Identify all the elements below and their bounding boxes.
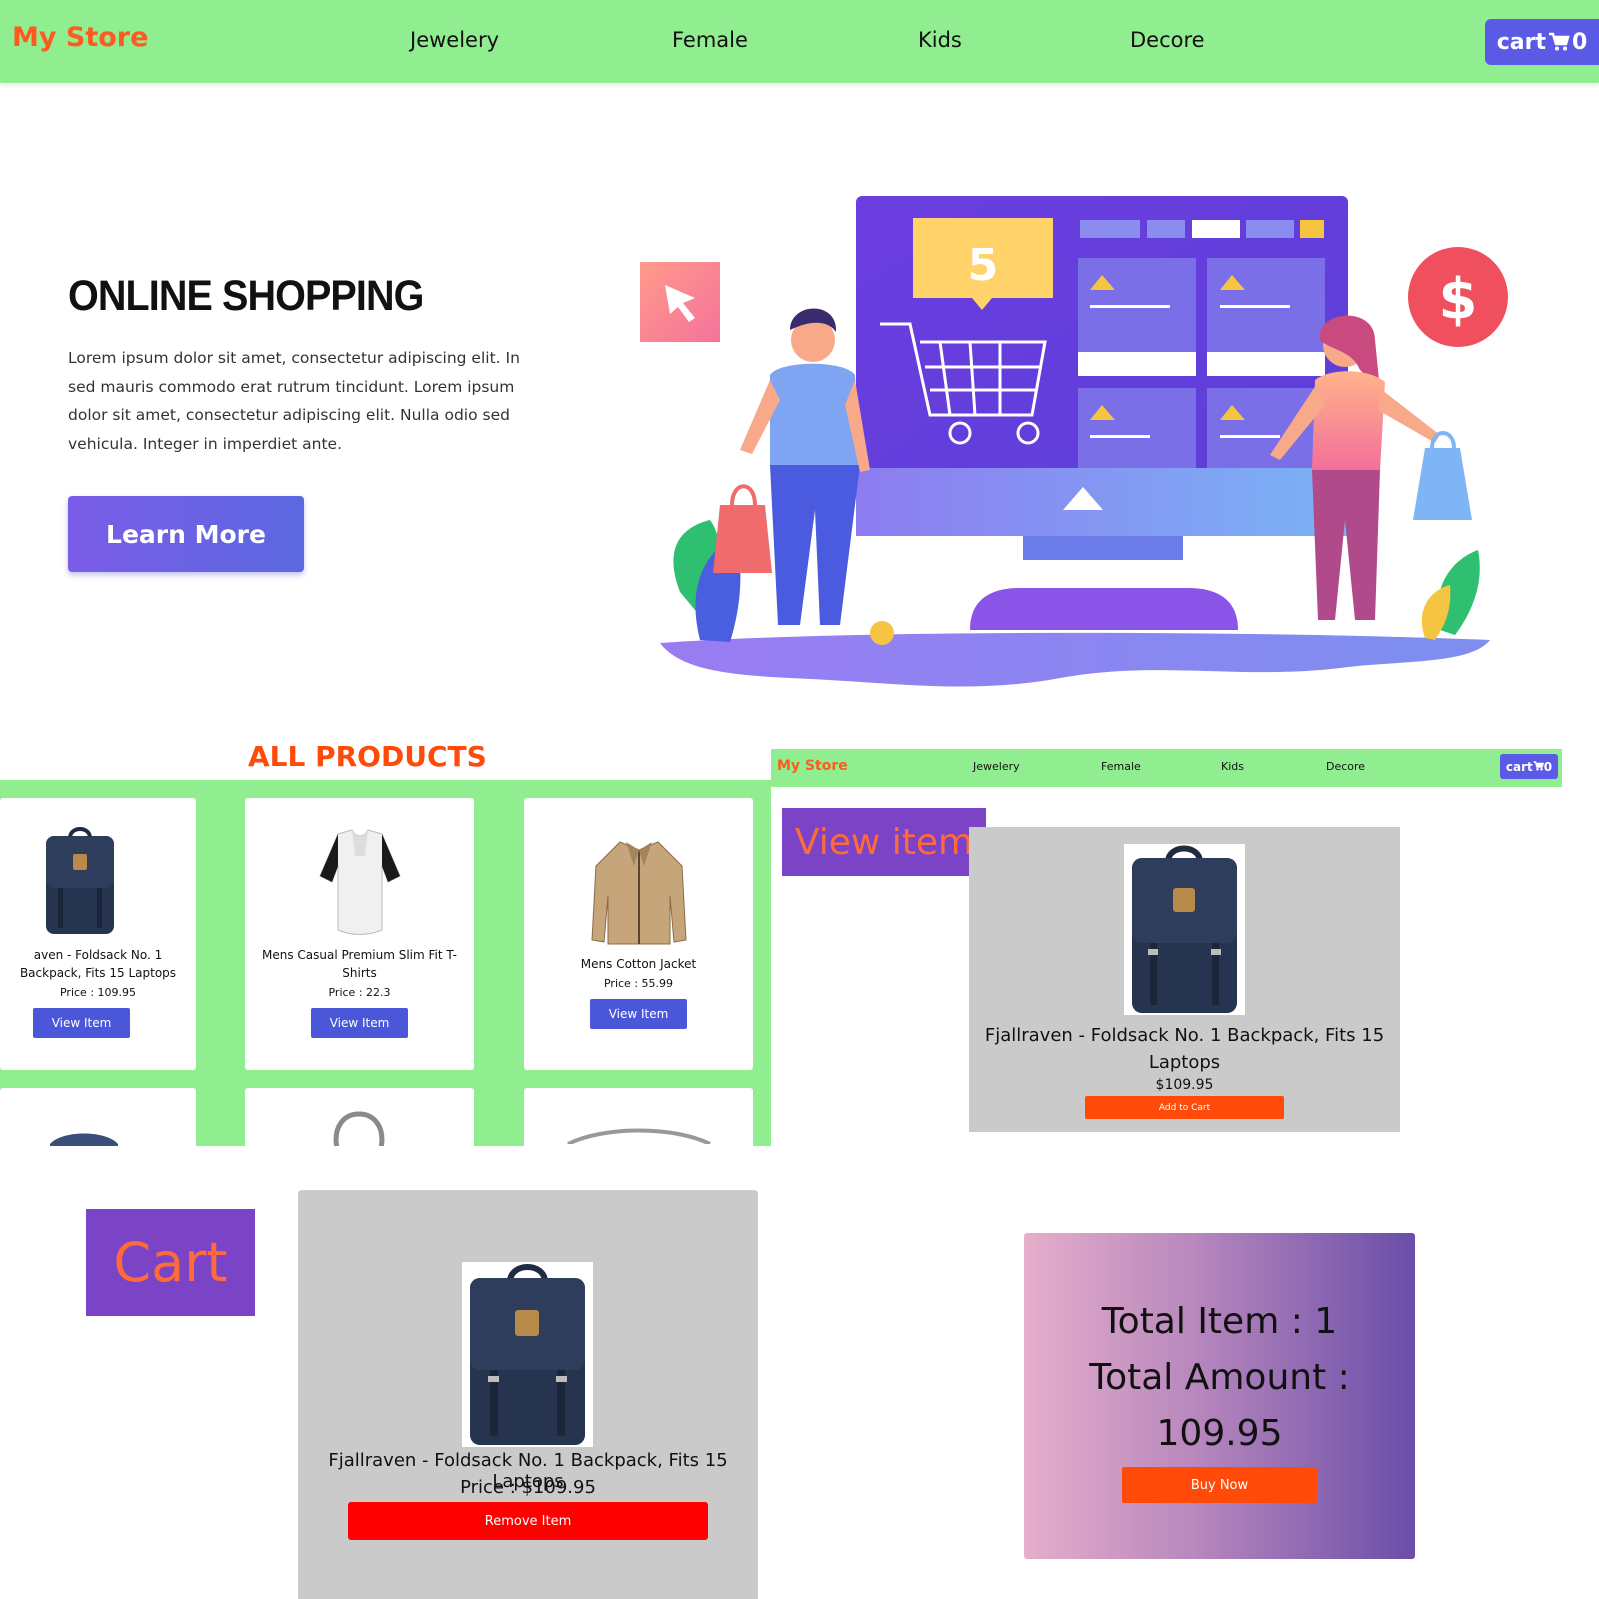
jacket-icon bbox=[590, 836, 688, 950]
learn-more-button[interactable]: Learn More bbox=[68, 496, 304, 572]
product-price: Price : 55.99 bbox=[603, 977, 674, 990]
mini-cart-label: cart bbox=[1505, 759, 1533, 774]
view-item-card: Fjallraven - Foldsack No. 1 Backpack, Fi… bbox=[969, 827, 1400, 1132]
all-products-title: ALL PRODUCTS bbox=[248, 740, 487, 773]
online-shopping-illustration: 5 $ bbox=[640, 190, 1510, 714]
product-card: Mens Casual Premium Slim Fit T-Shirts Pr… bbox=[245, 798, 474, 1070]
illustration-coin-symbol: $ bbox=[1439, 267, 1478, 332]
backpack-image bbox=[1124, 844, 1245, 1015]
bracelet-icon bbox=[329, 1108, 389, 1146]
cart-button[interactable]: cart 0 bbox=[1485, 19, 1599, 65]
backpack-icon bbox=[42, 826, 118, 940]
cart-count: 0 bbox=[1571, 29, 1588, 55]
mini-nav-link-kids[interactable]: Kids bbox=[1221, 760, 1244, 773]
view-item-price: $109.95 bbox=[1155, 1077, 1214, 1093]
product-card bbox=[524, 1088, 753, 1146]
cart-item-card: Fjallraven - Foldsack No. 1 Backpack, Fi… bbox=[298, 1190, 758, 1599]
total-amount-value: 109.95 bbox=[1156, 1413, 1283, 1454]
nav-link-decore[interactable]: Decore bbox=[1130, 28, 1205, 52]
mini-store-logo[interactable]: My Store bbox=[777, 758, 848, 774]
cart-item-price: Price : $109.95 bbox=[460, 1477, 596, 1498]
view-item-name: Fjallraven - Foldsack No. 1 Backpack, Fi… bbox=[984, 1025, 1385, 1073]
view-item-button[interactable]: View Item bbox=[590, 999, 687, 1029]
view-item-label: View item bbox=[782, 808, 986, 876]
order-summary: Total Item : 1 Total Amount : 109.95 Buy… bbox=[1024, 1233, 1415, 1559]
backpack-image bbox=[462, 1262, 593, 1447]
remove-item-button[interactable]: Remove Item bbox=[348, 1502, 708, 1540]
total-items: Total Item : 1 bbox=[1101, 1301, 1338, 1342]
main-navbar: My Store Jewelery Female Kids Decore car… bbox=[0, 0, 1599, 83]
nav-link-female[interactable]: Female bbox=[672, 28, 748, 52]
product-price: Price : 109.95 bbox=[59, 986, 137, 999]
tshirt-icon bbox=[318, 826, 402, 940]
product-card bbox=[245, 1088, 474, 1146]
mini-nav-link-female[interactable]: Female bbox=[1101, 760, 1141, 773]
cart-button-label: cart bbox=[1496, 29, 1546, 55]
mini-navbar: My Store Jewelery Female Kids Decore car… bbox=[771, 749, 1562, 787]
mini-cart-button[interactable]: cart 0 bbox=[1500, 754, 1558, 779]
shirt-icon bbox=[46, 1124, 122, 1146]
buy-now-button[interactable]: Buy Now bbox=[1122, 1467, 1317, 1503]
mini-cart-count: 0 bbox=[1543, 759, 1553, 774]
product-name: Mens Casual Premium Slim Fit T-Shirts bbox=[262, 948, 457, 980]
view-item-button[interactable]: View Item bbox=[33, 1008, 130, 1038]
add-to-cart-button[interactable]: Add to Cart bbox=[1085, 1096, 1284, 1119]
view-item-button[interactable]: View Item bbox=[311, 1008, 408, 1038]
ring-icon bbox=[564, 1124, 714, 1146]
cart-icon bbox=[1548, 32, 1570, 52]
product-price: Price : 22.3 bbox=[328, 986, 391, 999]
hero-title: ONLINE SHOPPING bbox=[68, 272, 424, 320]
hero-description: Lorem ipsum dolor sit amet, consectetur … bbox=[68, 349, 520, 453]
mini-nav-link-jewelery[interactable]: Jewelery bbox=[973, 760, 1020, 773]
mini-nav-link-decore[interactable]: Decore bbox=[1326, 760, 1365, 773]
mini-cart-icon bbox=[1533, 760, 1544, 774]
product-name: Mens Cotton Jacket bbox=[580, 957, 697, 971]
product-card: aven - Foldsack No. 1 Backpack, Fits 15 … bbox=[0, 798, 196, 1070]
illustration-badge-number: 5 bbox=[968, 240, 999, 291]
total-amount-label: Total Amount : bbox=[1089, 1357, 1350, 1398]
products-grid: aven - Foldsack No. 1 Backpack, Fits 15 … bbox=[0, 780, 771, 1146]
nav-link-jewelery[interactable]: Jewelery bbox=[410, 28, 499, 52]
product-name: aven - Foldsack No. 1 Backpack, Fits 15 … bbox=[19, 948, 177, 980]
store-logo[interactable]: My Store bbox=[12, 22, 148, 53]
cart-label: Cart bbox=[86, 1209, 255, 1316]
product-card bbox=[0, 1088, 196, 1146]
product-card: Mens Cotton Jacket Price : 55.99 View It… bbox=[524, 798, 753, 1070]
nav-link-kids[interactable]: Kids bbox=[918, 28, 962, 52]
